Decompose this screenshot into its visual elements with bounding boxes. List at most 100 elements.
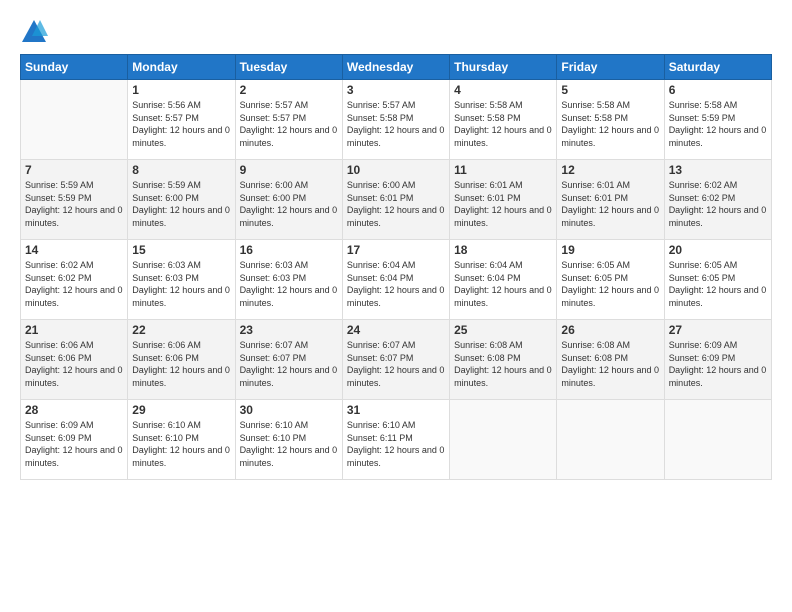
- calendar-week-row: 21 Sunrise: 6:06 AM Sunset: 6:06 PM Dayli…: [21, 320, 772, 400]
- calendar-cell: 24 Sunrise: 6:07 AM Sunset: 6:07 PM Dayli…: [342, 320, 449, 400]
- calendar-cell: [21, 80, 128, 160]
- page: SundayMondayTuesdayWednesdayThursdayFrid…: [0, 0, 792, 612]
- calendar-cell: 22Sunrise: 6:06 AM Sunset: 6:06 PM Dayli…: [128, 320, 235, 400]
- calendar-cell: 11Sunrise: 6:01 AM Sunset: 6:01 PM Dayli…: [450, 160, 557, 240]
- day-info: Sunrise: 6:08 AM Sunset: 6:08 PM Dayligh…: [454, 339, 552, 389]
- day-number: 15: [132, 243, 230, 257]
- day-number: 22: [132, 323, 230, 337]
- day-info: Sunrise: 6:06 AM Sunset: 6:06 PM Dayligh…: [25, 339, 123, 389]
- calendar-cell: 27 Sunrise: 6:09 AM Sunset: 6:09 PM Dayli…: [664, 320, 771, 400]
- day-number: 27: [669, 323, 767, 337]
- calendar-cell: 3 Sunrise: 5:57 AM Sunset: 5:58 PM Daylig…: [342, 80, 449, 160]
- calendar-cell: 30Sunrise: 6:10 AM Sunset: 6:10 PM Dayli…: [235, 400, 342, 480]
- day-number: 14: [25, 243, 123, 257]
- header: [20, 18, 772, 46]
- calendar-cell: 6 Sunrise: 5:58 AM Sunset: 5:59 PM Daylig…: [664, 80, 771, 160]
- day-number: 16: [240, 243, 338, 257]
- calendar-cell: 4 Sunrise: 5:58 AM Sunset: 5:58 PM Daylig…: [450, 80, 557, 160]
- weekday-header-monday: Monday: [128, 55, 235, 80]
- day-info: Sunrise: 5:59 AM Sunset: 6:00 PM Dayligh…: [132, 179, 230, 229]
- calendar-cell: [557, 400, 664, 480]
- day-info: Sunrise: 6:04 AM Sunset: 6:04 PM Dayligh…: [454, 259, 552, 309]
- day-info: Sunrise: 6:03 AM Sunset: 6:03 PM Dayligh…: [132, 259, 230, 309]
- day-info: Sunrise: 6:08 AM Sunset: 6:08 PM Dayligh…: [561, 339, 659, 389]
- calendar-cell: 28 Sunrise: 6:09 AM Sunset: 6:09 PM Dayli…: [21, 400, 128, 480]
- logo: [20, 18, 52, 46]
- calendar-cell: 1 Sunrise: 5:56 AM Sunset: 5:57 PM Daylig…: [128, 80, 235, 160]
- weekday-header-wednesday: Wednesday: [342, 55, 449, 80]
- calendar-cell: 17 Sunrise: 6:04 AM Sunset: 6:04 PM Dayli…: [342, 240, 449, 320]
- day-number: 19: [561, 243, 659, 257]
- weekday-header-row: SundayMondayTuesdayWednesdayThursdayFrid…: [21, 55, 772, 80]
- day-info: Sunrise: 5:59 AM Sunset: 5:59 PM Dayligh…: [25, 179, 123, 229]
- calendar-cell: 23 Sunrise: 6:07 AM Sunset: 6:07 PM Dayli…: [235, 320, 342, 400]
- day-info: Sunrise: 6:09 AM Sunset: 6:09 PM Dayligh…: [25, 419, 123, 469]
- day-info: Sunrise: 5:57 AM Sunset: 5:58 PM Dayligh…: [347, 99, 445, 149]
- day-info: Sunrise: 6:04 AM Sunset: 6:04 PM Dayligh…: [347, 259, 445, 309]
- calendar-cell: 14 Sunrise: 6:02 AM Sunset: 6:02 PM Dayli…: [21, 240, 128, 320]
- day-number: 23: [240, 323, 338, 337]
- day-info: Sunrise: 6:00 AM Sunset: 6:01 PM Dayligh…: [347, 179, 445, 229]
- day-number: 17: [347, 243, 445, 257]
- day-number: 18: [454, 243, 552, 257]
- day-number: 2: [240, 83, 338, 97]
- day-number: 7: [25, 163, 123, 177]
- day-info: Sunrise: 6:03 AM Sunset: 6:03 PM Dayligh…: [240, 259, 338, 309]
- day-number: 9: [240, 163, 338, 177]
- calendar-week-row: 28 Sunrise: 6:09 AM Sunset: 6:09 PM Dayli…: [21, 400, 772, 480]
- calendar-cell: 13Sunrise: 6:02 AM Sunset: 6:02 PM Dayli…: [664, 160, 771, 240]
- day-number: 4: [454, 83, 552, 97]
- day-info: Sunrise: 5:56 AM Sunset: 5:57 PM Dayligh…: [132, 99, 230, 149]
- day-number: 21: [25, 323, 123, 337]
- calendar-cell: 2 Sunrise: 5:57 AM Sunset: 5:57 PM Daylig…: [235, 80, 342, 160]
- day-info: Sunrise: 6:07 AM Sunset: 6:07 PM Dayligh…: [347, 339, 445, 389]
- calendar-week-row: 7 Sunrise: 5:59 AM Sunset: 5:59 PM Daylig…: [21, 160, 772, 240]
- calendar-cell: 10 Sunrise: 6:00 AM Sunset: 6:01 PM Dayli…: [342, 160, 449, 240]
- day-number: 24: [347, 323, 445, 337]
- logo-icon: [20, 18, 48, 46]
- day-number: 6: [669, 83, 767, 97]
- day-number: 30: [240, 403, 338, 417]
- day-info: Sunrise: 6:01 AM Sunset: 6:01 PM Dayligh…: [454, 179, 552, 229]
- calendar-cell: [450, 400, 557, 480]
- calendar-cell: 19Sunrise: 6:05 AM Sunset: 6:05 PM Dayli…: [557, 240, 664, 320]
- day-info: Sunrise: 5:58 AM Sunset: 5:59 PM Dayligh…: [669, 99, 767, 149]
- calendar-cell: 5 Sunrise: 5:58 AM Sunset: 5:58 PM Daylig…: [557, 80, 664, 160]
- day-info: Sunrise: 6:05 AM Sunset: 6:05 PM Dayligh…: [669, 259, 767, 309]
- day-info: Sunrise: 6:02 AM Sunset: 6:02 PM Dayligh…: [25, 259, 123, 309]
- day-number: 1: [132, 83, 230, 97]
- calendar-week-row: 1 Sunrise: 5:56 AM Sunset: 5:57 PM Daylig…: [21, 80, 772, 160]
- calendar-cell: 25Sunrise: 6:08 AM Sunset: 6:08 PM Dayli…: [450, 320, 557, 400]
- calendar-cell: 21 Sunrise: 6:06 AM Sunset: 6:06 PM Dayli…: [21, 320, 128, 400]
- calendar-table: SundayMondayTuesdayWednesdayThursdayFrid…: [20, 54, 772, 480]
- day-number: 5: [561, 83, 659, 97]
- day-info: Sunrise: 5:57 AM Sunset: 5:57 PM Dayligh…: [240, 99, 338, 149]
- day-info: Sunrise: 5:58 AM Sunset: 5:58 PM Dayligh…: [454, 99, 552, 149]
- weekday-header-thursday: Thursday: [450, 55, 557, 80]
- day-number: 13: [669, 163, 767, 177]
- day-info: Sunrise: 5:58 AM Sunset: 5:58 PM Dayligh…: [561, 99, 659, 149]
- day-info: Sunrise: 6:09 AM Sunset: 6:09 PM Dayligh…: [669, 339, 767, 389]
- calendar-cell: [664, 400, 771, 480]
- calendar-cell: 26 Sunrise: 6:08 AM Sunset: 6:08 PM Dayli…: [557, 320, 664, 400]
- calendar-cell: 7 Sunrise: 5:59 AM Sunset: 5:59 PM Daylig…: [21, 160, 128, 240]
- day-number: 10: [347, 163, 445, 177]
- day-info: Sunrise: 6:10 AM Sunset: 6:10 PM Dayligh…: [132, 419, 230, 469]
- weekday-header-sunday: Sunday: [21, 55, 128, 80]
- day-number: 28: [25, 403, 123, 417]
- day-number: 3: [347, 83, 445, 97]
- calendar-cell: 18 Sunrise: 6:04 AM Sunset: 6:04 PM Dayli…: [450, 240, 557, 320]
- calendar-cell: 29 Sunrise: 6:10 AM Sunset: 6:10 PM Dayli…: [128, 400, 235, 480]
- day-info: Sunrise: 6:10 AM Sunset: 6:11 PM Dayligh…: [347, 419, 445, 469]
- calendar-cell: 8Sunrise: 5:59 AM Sunset: 6:00 PM Daylig…: [128, 160, 235, 240]
- weekday-header-tuesday: Tuesday: [235, 55, 342, 80]
- day-number: 29: [132, 403, 230, 417]
- day-number: 20: [669, 243, 767, 257]
- day-info: Sunrise: 6:00 AM Sunset: 6:00 PM Dayligh…: [240, 179, 338, 229]
- day-number: 26: [561, 323, 659, 337]
- calendar-cell: 31 Sunrise: 6:10 AM Sunset: 6:11 PM Dayli…: [342, 400, 449, 480]
- calendar-cell: 12Sunrise: 6:01 AM Sunset: 6:01 PM Dayli…: [557, 160, 664, 240]
- day-info: Sunrise: 6:07 AM Sunset: 6:07 PM Dayligh…: [240, 339, 338, 389]
- calendar-cell: 16 Sunrise: 6:03 AM Sunset: 6:03 PM Dayli…: [235, 240, 342, 320]
- day-number: 31: [347, 403, 445, 417]
